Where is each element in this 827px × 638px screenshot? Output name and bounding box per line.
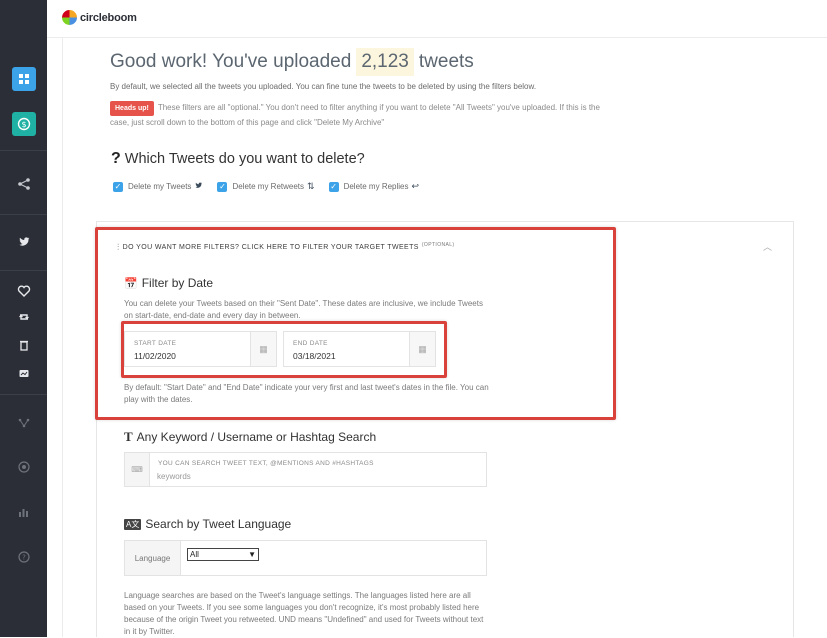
question-text: Which Tweets do you want to delete? xyxy=(124,151,365,167)
language-filter: Language All ▼ xyxy=(124,540,487,576)
title-suffix: tweets xyxy=(418,51,474,72)
highlight-box-dates xyxy=(121,321,447,378)
tweet-type-options: ✓ Delete my Tweets ✓ Delete my Retweets … xyxy=(113,181,433,192)
notice: Heads up! These filters are all "optional… xyxy=(110,101,610,129)
svg-text:?: ? xyxy=(22,554,26,562)
option-delete-retweets[interactable]: ✓ Delete my Retweets ⇅ xyxy=(217,181,315,192)
checkbox-replies[interactable]: ✓ xyxy=(328,181,339,192)
language-select[interactable]: All ▼ xyxy=(187,548,259,561)
notice-text: These filters are all "optional." You do… xyxy=(110,103,600,127)
keyword-section-label: Any Keyword / Username or Hashtag Search xyxy=(136,430,377,444)
keyword-search-field[interactable]: ⌨ YOU CAN SEARCH TWEET TEXT, @MENTIONS A… xyxy=(124,452,487,487)
language-selected-value: All xyxy=(190,550,199,559)
chevron-down-icon: ▼ xyxy=(248,550,256,559)
chevron-up-icon[interactable]: ︿ xyxy=(763,240,772,253)
checkbox-retweets[interactable]: ✓ xyxy=(217,181,228,192)
language-label: Language xyxy=(125,541,181,575)
intro-text: By default, we selected all the tweets y… xyxy=(110,82,537,91)
language-desc: Language searches are based on the Tweet… xyxy=(124,591,484,636)
logo-icon xyxy=(62,10,77,25)
trash-icon[interactable] xyxy=(12,333,36,357)
archive-icon[interactable] xyxy=(12,361,36,385)
svg-text:$: $ xyxy=(21,120,26,129)
target-icon[interactable] xyxy=(12,455,36,479)
text-icon: T xyxy=(124,429,133,444)
top-bar: circleboom xyxy=(47,0,827,38)
logo-text: circleboom xyxy=(80,11,137,24)
tweet-count-badge: 2,123 xyxy=(356,48,414,76)
language-icon: A文 xyxy=(124,518,142,530)
page-title: Good work! You've uploaded 2,123 tweets xyxy=(110,48,474,76)
sidebar: $ ? xyxy=(0,0,47,637)
language-section-label: Search by Tweet Language xyxy=(145,517,292,531)
question-heading: ? Which Tweets do you want to delete? xyxy=(111,150,365,168)
option-label: Delete my Retweets xyxy=(232,182,305,191)
question-mark-icon: ? xyxy=(111,150,121,167)
reply-icon: ↩ xyxy=(411,181,420,191)
option-label: Delete my Replies xyxy=(343,182,409,191)
dollar-icon[interactable]: $ xyxy=(12,112,36,136)
keyword-hint-label: YOU CAN SEARCH TWEET TEXT, @MENTIONS AND… xyxy=(158,460,374,467)
option-label: Delete my Tweets xyxy=(128,182,192,191)
checkbox-tweets[interactable]: ✓ xyxy=(113,181,123,192)
option-delete-replies[interactable]: ✓ Delete my Replies ↩ xyxy=(328,181,420,192)
content-divider xyxy=(62,38,63,637)
twitter-icon[interactable] xyxy=(12,230,36,254)
twitter-bird-icon xyxy=(194,181,203,192)
heads-up-badge: Heads up! xyxy=(110,101,154,116)
share-icon[interactable] xyxy=(12,172,36,196)
heart-icon[interactable] xyxy=(12,279,36,303)
brand-logo[interactable]: circleboom xyxy=(62,10,137,25)
keyword-section-title: T Any Keyword / Username or Hashtag Sear… xyxy=(124,429,376,445)
retweet-icon[interactable] xyxy=(12,305,36,329)
network-icon[interactable] xyxy=(12,411,36,435)
retweet-icon: ⇅ xyxy=(307,181,315,191)
help-icon[interactable]: ? xyxy=(12,545,36,569)
language-section-title: A文 Search by Tweet Language xyxy=(124,517,291,531)
keyword-input[interactable] xyxy=(157,470,477,483)
keyboard-icon: ⌨ xyxy=(125,453,150,486)
title-prefix: Good work! You've uploaded xyxy=(110,51,352,72)
analytics-icon[interactable] xyxy=(12,500,36,524)
dashboard-icon[interactable] xyxy=(12,67,36,91)
option-delete-tweets[interactable]: ✓ Delete my Tweets xyxy=(113,181,203,192)
